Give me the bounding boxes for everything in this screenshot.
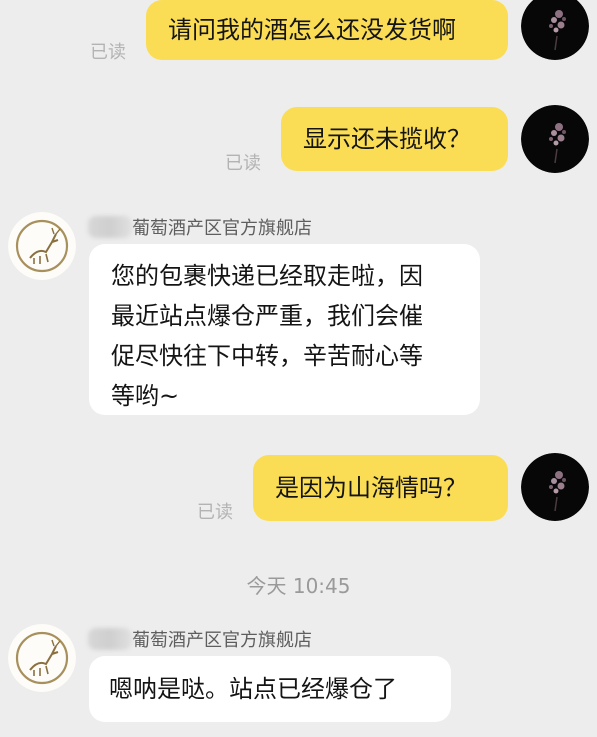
blurred-name <box>88 216 132 238</box>
deer-logo-avatar-icon <box>8 212 76 280</box>
message-bubble-outgoing[interactable]: 请问我的酒怎么还没发货啊 <box>146 0 508 60</box>
deer-logo-avatar-icon <box>8 624 76 692</box>
shop-avatar[interactable] <box>8 624 76 692</box>
sender-name: 葡萄酒产区官方旗舰店 <box>88 626 312 652</box>
blurred-name <box>88 628 132 650</box>
read-status: 已读 <box>225 153 261 174</box>
dark-floral-avatar-icon <box>521 105 589 173</box>
message-line: 促尽快往下中转，辛苦耐心等 <box>111 342 423 370</box>
dark-floral-avatar-icon <box>521 453 589 521</box>
shop-avatar[interactable] <box>8 212 76 280</box>
message-line: 您的包裹快递已经取走啦，因 <box>111 262 423 290</box>
message-bubble-outgoing[interactable]: 显示还未揽收？ <box>281 107 508 171</box>
message-line: 等哟~ <box>111 382 180 410</box>
user-avatar[interactable] <box>521 0 589 60</box>
read-status: 已读 <box>90 42 126 63</box>
user-avatar[interactable] <box>521 453 589 521</box>
timestamp: 今天 10:45 <box>246 574 351 598</box>
message-bubble-outgoing[interactable]: 是因为山海情吗？ <box>253 455 508 521</box>
sender-name: 葡萄酒产区官方旗舰店 <box>88 214 312 240</box>
message-line: 最近站点爆仓严重，我们会催 <box>111 302 423 330</box>
message-bubble-incoming[interactable]: 嗯呐是哒。站点已经爆仓了 <box>89 656 451 722</box>
dark-floral-avatar-icon <box>521 0 589 60</box>
user-avatar[interactable] <box>521 105 589 173</box>
message-bubble-incoming[interactable]: 您的包裹快递已经取走啦，因 最近站点爆仓严重，我们会催 促尽快往下中转，辛苦耐心… <box>89 244 480 415</box>
read-status: 已读 <box>197 502 233 523</box>
